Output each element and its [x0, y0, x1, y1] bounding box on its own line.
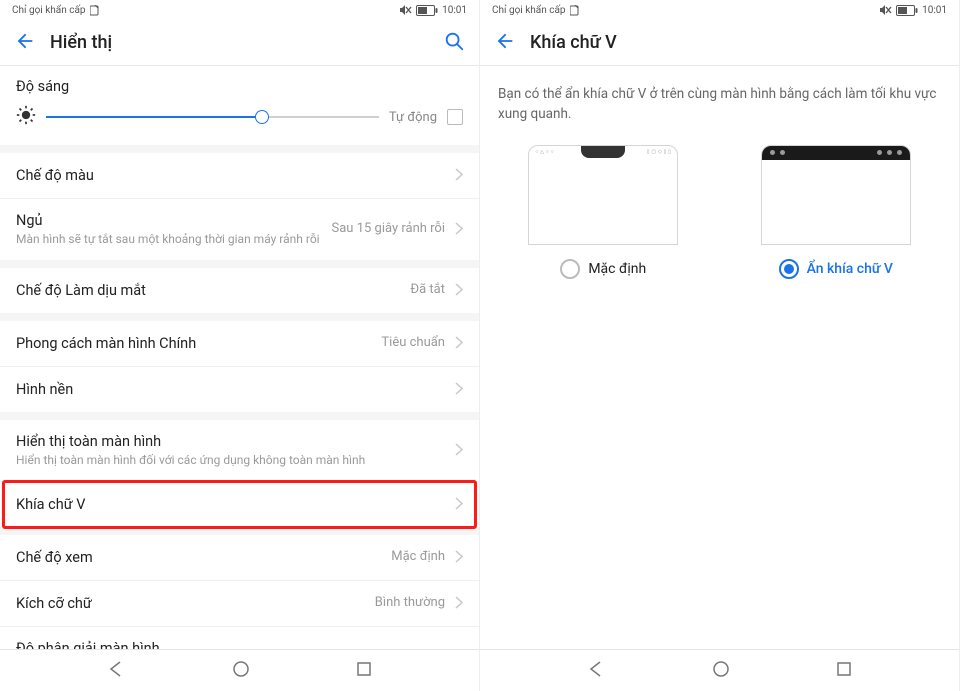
nav-back-button[interactable]	[107, 660, 125, 682]
brightness-label: Độ sáng	[16, 78, 463, 95]
radio-default[interactable]	[560, 259, 580, 279]
page-title: Hiển thị	[50, 32, 429, 53]
sim-icon	[90, 5, 99, 16]
page-title: Khía chữ V	[530, 32, 945, 53]
chevron-right-icon	[455, 166, 463, 185]
title-bar: Hiển thị	[0, 20, 479, 66]
row-eye-comfort[interactable]: Chế độ Làm dịu mắt Đã tắt	[0, 268, 479, 313]
phone-left-display-settings: Chỉ gọi khẩn cấp 10:01 Hiển thị Độ sá	[0, 0, 480, 691]
nav-recent-button[interactable]	[356, 661, 372, 681]
chevron-right-icon	[455, 334, 463, 353]
brightness-slider[interactable]	[46, 108, 379, 126]
preview-default: ○ △ ○ ○ ▯ ▢ ◇ ▯ ▯	[528, 145, 678, 245]
mute-icon	[399, 4, 412, 16]
nav-home-button[interactable]	[712, 660, 730, 682]
chevron-right-icon	[455, 495, 463, 514]
option-default[interactable]: ○ △ ○ ○ ▯ ▢ ◇ ▯ ▯ Mặc định	[502, 145, 705, 279]
battery-icon	[416, 5, 438, 16]
chevron-right-icon	[455, 281, 463, 300]
row-sleep[interactable]: Ngủ Màn hình sẽ tự tắt sau một khoảng th…	[0, 199, 479, 260]
settings-list[interactable]: Độ sáng Tự động Chế độ màu	[0, 66, 479, 649]
brightness-icon	[16, 105, 36, 129]
brightness-row: Độ sáng Tự động	[0, 66, 479, 145]
chevron-right-icon	[455, 380, 463, 399]
row-fullscreen[interactable]: Hiển thị toàn màn hình Hiển thị toàn màn…	[0, 420, 479, 482]
back-button[interactable]	[494, 30, 516, 56]
radio-default-label: Mặc định	[588, 261, 646, 277]
chevron-right-icon	[455, 441, 463, 460]
carrier-text: Chỉ gọi khẩn cấp	[492, 5, 566, 16]
sim-icon	[570, 5, 579, 16]
row-notch[interactable]: Khía chữ V	[0, 482, 479, 527]
mute-icon	[879, 4, 892, 16]
nav-home-button[interactable]	[232, 660, 250, 682]
clock-text: 10:01	[922, 5, 947, 16]
carrier-text: Chỉ gọi khẩn cấp	[12, 5, 86, 16]
search-button[interactable]	[443, 30, 465, 56]
notch-options: ○ △ ○ ○ ▯ ▢ ◇ ▯ ▯ Mặc định	[480, 135, 959, 299]
option-hide-notch[interactable]: Ẩn khía chữ V	[735, 145, 938, 279]
chevron-right-icon	[455, 594, 463, 613]
status-bar: Chỉ gọi khẩn cấp 10:01	[480, 0, 959, 20]
nav-recent-button[interactable]	[836, 661, 852, 681]
phone-right-notch-settings: Chỉ gọi khẩn cấp 10:01 Khía chữ V Bạn có…	[480, 0, 960, 691]
auto-brightness-label: Tự động	[389, 110, 437, 125]
auto-brightness-checkbox[interactable]	[447, 109, 463, 125]
preview-hide	[761, 145, 911, 245]
notch-content: Bạn có thể ẩn khía chữ V ở trên cùng màn…	[480, 66, 959, 649]
row-font-size[interactable]: Kích cỡ chữ Bình thường	[0, 581, 479, 627]
nav-bar	[480, 649, 959, 691]
radio-hide[interactable]	[779, 259, 799, 279]
row-color-mode[interactable]: Chế độ màu	[0, 153, 479, 199]
radio-hide-label: Ẩn khía chữ V	[807, 261, 893, 277]
title-bar: Khía chữ V	[480, 20, 959, 66]
clock-text: 10:01	[442, 5, 467, 16]
battery-icon	[896, 5, 918, 16]
row-home-style[interactable]: Phong cách màn hình Chính Tiêu chuẩn	[0, 321, 479, 367]
row-view-mode[interactable]: Chế độ xem Mặc định	[0, 535, 479, 581]
notch-description: Bạn có thể ẩn khía chữ V ở trên cùng màn…	[480, 66, 959, 135]
chevron-right-icon	[455, 220, 463, 239]
chevron-right-icon	[455, 648, 463, 649]
status-bar: Chỉ gọi khẩn cấp 10:01	[0, 0, 479, 20]
chevron-right-icon	[455, 548, 463, 567]
row-resolution[interactable]: Độ phân giải màn hình Điều chỉnh độ phân…	[0, 627, 479, 649]
nav-back-button[interactable]	[587, 660, 605, 682]
nav-bar	[0, 649, 479, 691]
row-wallpaper[interactable]: Hình nền	[0, 367, 479, 412]
back-button[interactable]	[14, 30, 36, 56]
